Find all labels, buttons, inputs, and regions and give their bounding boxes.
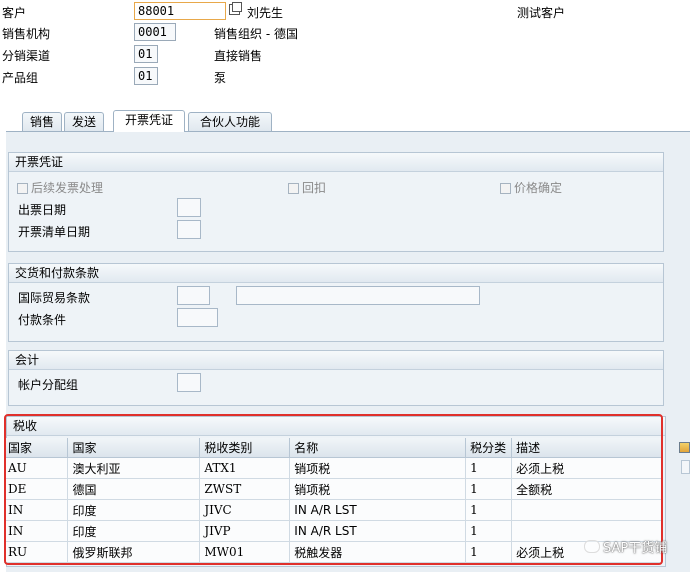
country-code-cell: RU	[4, 541, 69, 563]
division-text: 泵	[214, 71, 227, 85]
country-name-cell: 印度	[67, 520, 201, 542]
billing-document-title: 开票凭证	[9, 153, 663, 172]
country-code-cell: DE	[4, 478, 69, 500]
table-row[interactable]: DE 德国 ZWST 销项税 1 全额税	[4, 478, 662, 500]
rebate-checkbox[interactable]: 回扣	[288, 179, 326, 196]
column-header-country-name[interactable]: 国家	[67, 438, 201, 458]
incoterms-input[interactable]	[177, 286, 210, 305]
table-settings-icon[interactable]	[679, 442, 690, 453]
payment-terms-input[interactable]	[177, 308, 218, 327]
column-header-country[interactable]: 国家	[4, 438, 69, 458]
sales-org-label: 销售机构	[2, 27, 51, 41]
tax-category-cell: ZWST	[199, 478, 291, 500]
sales-org-text: 销售组织 - 德国	[214, 27, 298, 41]
watermark: SAP干货铺	[584, 537, 667, 556]
rebate-label: 回扣	[302, 181, 327, 195]
tax-name-cell: IN A/R LST	[289, 499, 467, 521]
payment-terms-label: 付款条件	[18, 313, 67, 327]
country-name-cell: 德国	[67, 478, 201, 500]
accounting-title: 会计	[9, 351, 663, 370]
tax-description-cell: 全额税	[511, 478, 662, 500]
tax-category-cell: ATX1	[199, 457, 291, 479]
taxes-title: 税收	[7, 417, 665, 436]
checkbox-icon	[500, 183, 511, 194]
vertical-scrollbar[interactable]	[681, 460, 690, 474]
tax-category-cell: JIVP	[199, 520, 291, 542]
table-row[interactable]: IN 印度 JIVC IN A/R LST 1	[4, 499, 662, 521]
checkbox-icon	[288, 183, 299, 194]
column-header-name[interactable]: 名称	[289, 438, 467, 458]
customer-name: 刘先生	[247, 6, 284, 20]
table-row[interactable]: RU 俄罗斯联邦 MW01 税触发器 1 必须上税	[4, 541, 662, 563]
account-assignment-group-input[interactable]	[177, 373, 201, 392]
taxes-table: 国家 国家 税收类别 名称 税分类 描述 AU 澳大利亚 ATX1 销项税 1 …	[4, 438, 662, 563]
subsequent-invoice-checkbox[interactable]: 后续发票处理	[17, 179, 103, 196]
copy-icon[interactable]	[229, 2, 242, 15]
account-assignment-group-label: 帐户分配组	[18, 378, 79, 392]
invoice-list-dates-label: 开票清单日期	[18, 225, 91, 239]
billing-document-group: 开票凭证 后续发票处理 回扣 价格确定 出票日期 开票清单日期	[8, 152, 664, 252]
country-name-cell: 澳大利亚	[67, 457, 201, 479]
invoice-list-dates-input[interactable]	[177, 220, 201, 239]
customer-description: 测试客户	[517, 6, 566, 20]
tax-description-cell: 必须上税	[511, 457, 662, 479]
invoice-dates-input[interactable]	[177, 198, 201, 217]
tax-name-cell: 销项税	[289, 457, 467, 479]
delivery-payment-group: 交货和付款条款 国际贸易条款 付款条件	[8, 263, 664, 342]
tab-partner-functions[interactable]: 合伙人功能	[188, 112, 272, 132]
incoterms-label: 国际贸易条款	[18, 291, 91, 305]
column-header-description[interactable]: 描述	[511, 438, 662, 458]
tax-classification-cell[interactable]: 1	[465, 478, 513, 500]
customer-label: 客户	[2, 6, 27, 20]
country-code-cell: AU	[4, 457, 69, 479]
tax-classification-cell[interactable]: 1	[465, 520, 513, 542]
sales-org-field[interactable]: 0001	[134, 23, 176, 41]
tax-classification-cell[interactable]: 1	[465, 541, 513, 563]
tax-category-cell: JIVC	[199, 499, 291, 521]
dist-channel-field[interactable]: 01	[134, 45, 158, 63]
tab-shipping[interactable]: 发送	[64, 112, 104, 132]
country-code-cell: IN	[4, 520, 69, 542]
division-field[interactable]: 01	[134, 67, 158, 85]
column-header-tax-classification[interactable]: 税分类	[465, 438, 513, 458]
watermark-text: SAP干货铺	[603, 541, 668, 556]
table-row[interactable]: IN 印度 JIVP IN A/R LST 1	[4, 520, 662, 542]
taxes-table-header: 国家 国家 税收类别 名称 税分类 描述	[4, 438, 662, 458]
tab-sales[interactable]: 销售	[22, 112, 62, 132]
country-name-cell: 印度	[67, 499, 201, 521]
price-determination-label: 价格确定	[514, 181, 563, 195]
checkbox-icon	[17, 183, 28, 194]
tax-name-cell: IN A/R LST	[289, 520, 467, 542]
subsequent-invoice-label: 后续发票处理	[31, 181, 104, 195]
price-determination-checkbox[interactable]: 价格确定	[500, 179, 562, 196]
column-header-tax-category[interactable]: 税收类别	[199, 438, 291, 458]
tax-name-cell: 销项税	[289, 478, 467, 500]
country-name-cell: 俄罗斯联邦	[67, 541, 201, 563]
table-row[interactable]: AU 澳大利亚 ATX1 销项税 1 必须上税	[4, 457, 662, 479]
dist-channel-text: 直接销售	[214, 49, 263, 63]
delivery-payment-title: 交货和付款条款	[9, 264, 663, 283]
invoice-dates-label: 出票日期	[18, 203, 67, 217]
tax-category-cell: MW01	[199, 541, 291, 563]
customer-input[interactable]: 88001	[134, 2, 226, 20]
dist-channel-label: 分销渠道	[2, 49, 51, 63]
accounting-group: 会计 帐户分配组	[8, 350, 664, 406]
tax-classification-cell[interactable]: 1	[465, 499, 513, 521]
division-label: 产品组	[2, 71, 39, 85]
chat-bubble-icon	[584, 540, 600, 553]
tax-name-cell: 税触发器	[289, 541, 467, 563]
country-code-cell: IN	[4, 499, 69, 521]
incoterms-location-input[interactable]	[236, 286, 480, 305]
tab-billing-document[interactable]: 开票凭证	[113, 110, 185, 132]
tax-description-cell	[511, 499, 662, 521]
tax-classification-cell[interactable]: 1	[465, 457, 513, 479]
